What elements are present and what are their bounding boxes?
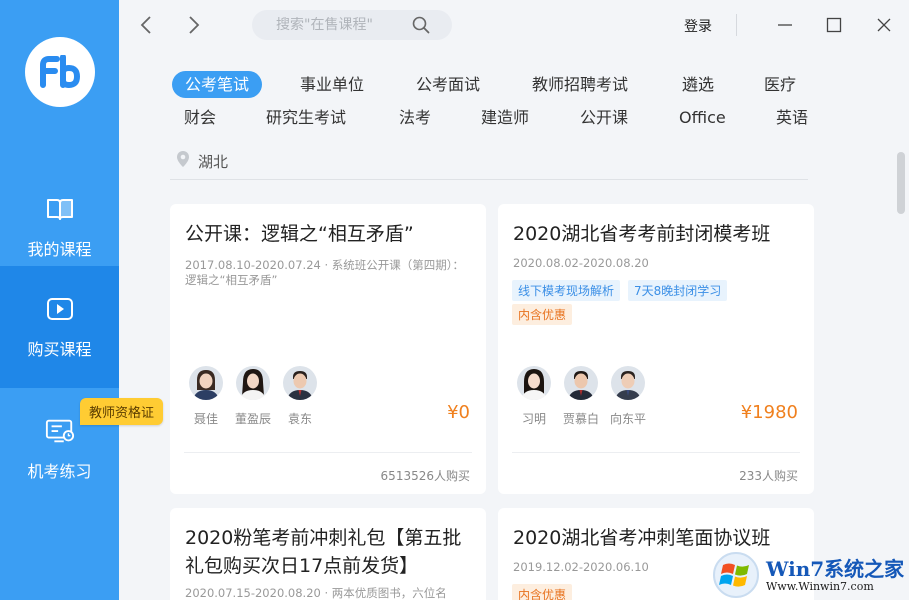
promo-tag: 内含优惠 bbox=[512, 304, 573, 325]
course-subtitle: 2020.08.02-2020.08.20 bbox=[513, 256, 649, 270]
location-selector[interactable]: 湖北 bbox=[176, 150, 228, 172]
promo-tags: 内含优惠 bbox=[512, 304, 573, 325]
teacher: 聂佳 bbox=[188, 366, 224, 427]
teacher-name: 贾慕白 bbox=[563, 412, 600, 426]
tab-office[interactable]: Office bbox=[679, 104, 726, 131]
search-icon[interactable] bbox=[412, 16, 430, 38]
tab-constructor[interactable]: 建造师 bbox=[481, 104, 529, 131]
course-title: 2020粉笔考前冲刺礼包【第五批礼包购买次日17点前发货】 bbox=[185, 527, 462, 577]
windows-logo-icon bbox=[713, 552, 759, 598]
course-subtitle: 2020.07.15-2020.08.20 · 两本优质图书，六位名 bbox=[185, 586, 447, 600]
search-box bbox=[252, 10, 452, 40]
course-subtitle: 2017.08.10-2020.07.24 · 系统班公开课（第四期）：逻辑之“… bbox=[185, 258, 465, 287]
tab-selection[interactable]: 遴选 bbox=[682, 71, 714, 98]
maximize-button[interactable] bbox=[824, 15, 844, 35]
teacher-name: 聂佳 bbox=[193, 412, 218, 426]
teacher-name: 习明 bbox=[521, 412, 546, 426]
tab-teacher-recruitment[interactable]: 教师招聘考试 bbox=[532, 71, 628, 98]
watermark-url: Www.Winwin7.com bbox=[766, 579, 874, 593]
course-title: 公开课：逻辑之“相互矛盾” bbox=[185, 223, 414, 245]
avatar bbox=[189, 366, 223, 400]
promo-tags: 内含优惠 bbox=[512, 584, 573, 600]
sidebar-item-label: 机考练习 bbox=[27, 462, 92, 481]
course-card[interactable]: 2020湖北省考考前封闭模考班 2020.08.02-2020.08.20 线下… bbox=[498, 204, 814, 494]
tab-graduate-exam[interactable]: 研究生考试 bbox=[266, 104, 346, 131]
sidebar: 我的课程 购买课程 机考练习 bbox=[0, 0, 119, 600]
tab-accounting[interactable]: 财会 bbox=[184, 104, 216, 131]
teacher-name: 向东平 bbox=[610, 412, 647, 426]
play-icon bbox=[45, 294, 75, 324]
divider bbox=[512, 452, 800, 453]
tab-medical[interactable]: 医疗 bbox=[764, 71, 796, 98]
watermark: Win7系统之家 Www.Winwin7.com bbox=[712, 550, 909, 600]
fb-logo-icon bbox=[40, 55, 80, 88]
teacher: 董盈辰 bbox=[235, 366, 271, 427]
teacher: 向东平 bbox=[610, 366, 646, 427]
chevron-right-icon bbox=[189, 16, 200, 34]
sidebar-item-label: 我的课程 bbox=[27, 240, 92, 259]
tab-civil-service-interview[interactable]: 公考面试 bbox=[416, 71, 480, 98]
close-icon bbox=[877, 18, 891, 32]
course-title: 2020湖北省考冲刺笔面协议班 bbox=[513, 527, 771, 549]
avatar bbox=[564, 366, 598, 400]
teacher: 贾慕白 bbox=[563, 366, 599, 427]
avatar bbox=[517, 366, 551, 400]
title-bar: 登录 bbox=[119, 0, 909, 50]
back-button[interactable] bbox=[135, 14, 157, 36]
divider bbox=[736, 14, 737, 36]
search-input[interactable] bbox=[276, 17, 406, 33]
promo-tag: 内含优惠 bbox=[512, 584, 573, 600]
feature-tags: 线下模考现场解析 7天8晚封闭学习 bbox=[512, 280, 728, 301]
feature-tag: 7天8晚封闭学习 bbox=[628, 280, 728, 301]
tab-law-exam[interactable]: 法考 bbox=[399, 104, 431, 131]
login-button[interactable]: 登录 bbox=[684, 16, 712, 36]
course-card[interactable]: 公开课：逻辑之“相互矛盾” 2017.08.10-2020.07.24 · 系统… bbox=[170, 204, 486, 494]
teacher-name: 袁东 bbox=[287, 412, 312, 426]
minimize-icon bbox=[778, 24, 792, 26]
course-card[interactable]: 2020粉笔考前冲刺礼包【第五批礼包购买次日17点前发货】 2020.07.15… bbox=[170, 508, 486, 600]
sidebar-item-label: 购买课程 bbox=[27, 340, 92, 359]
divider bbox=[170, 179, 808, 180]
teacher-cert-badge[interactable]: 教师资格证 bbox=[80, 398, 164, 425]
teacher-list: 习明 贾慕白 向东平 bbox=[516, 366, 646, 427]
location-label: 湖北 bbox=[198, 152, 229, 171]
buyer-count: 233人购买 bbox=[739, 469, 798, 483]
course-price: ¥1980 bbox=[740, 402, 798, 423]
buyer-count: 6513526人购买 bbox=[380, 469, 470, 483]
course-title: 2020湖北省考考前封闭模考班 bbox=[513, 223, 771, 245]
close-button[interactable] bbox=[874, 15, 894, 35]
avatar bbox=[283, 366, 317, 400]
scrollbar-thumb[interactable] bbox=[897, 152, 905, 214]
book-icon bbox=[45, 194, 75, 224]
tab-english[interactable]: 英语 bbox=[776, 104, 808, 131]
tab-public-institution[interactable]: 事业单位 bbox=[300, 71, 364, 98]
tab-public-class[interactable]: 公开课 bbox=[580, 104, 628, 131]
divider bbox=[184, 452, 472, 453]
avatar bbox=[611, 366, 645, 400]
feature-tag: 线下模考现场解析 bbox=[512, 280, 621, 301]
tab-civil-service-written[interactable]: 公考笔试 bbox=[172, 71, 263, 98]
chevron-left-icon bbox=[140, 16, 151, 34]
course-price: ¥0 bbox=[447, 402, 470, 423]
teacher: 袁东 bbox=[282, 366, 318, 427]
sidebar-item-buy-courses[interactable]: 购买课程 bbox=[0, 266, 119, 388]
teacher: 习明 bbox=[516, 366, 552, 427]
location-pin-icon bbox=[176, 150, 190, 172]
forward-button[interactable] bbox=[183, 14, 205, 36]
computer-icon bbox=[45, 416, 75, 446]
watermark-title: Win7系统之家 bbox=[766, 556, 905, 581]
avatar bbox=[236, 366, 270, 400]
minimize-button[interactable] bbox=[775, 15, 795, 35]
teacher-list: 聂佳 董盈辰 袁东 bbox=[188, 366, 318, 427]
fenbi-logo[interactable] bbox=[25, 37, 95, 107]
watermark-text: Win7系统之家 Www.Winwin7.com bbox=[766, 558, 904, 593]
maximize-icon bbox=[826, 17, 842, 33]
teacher-name: 董盈辰 bbox=[235, 412, 272, 426]
